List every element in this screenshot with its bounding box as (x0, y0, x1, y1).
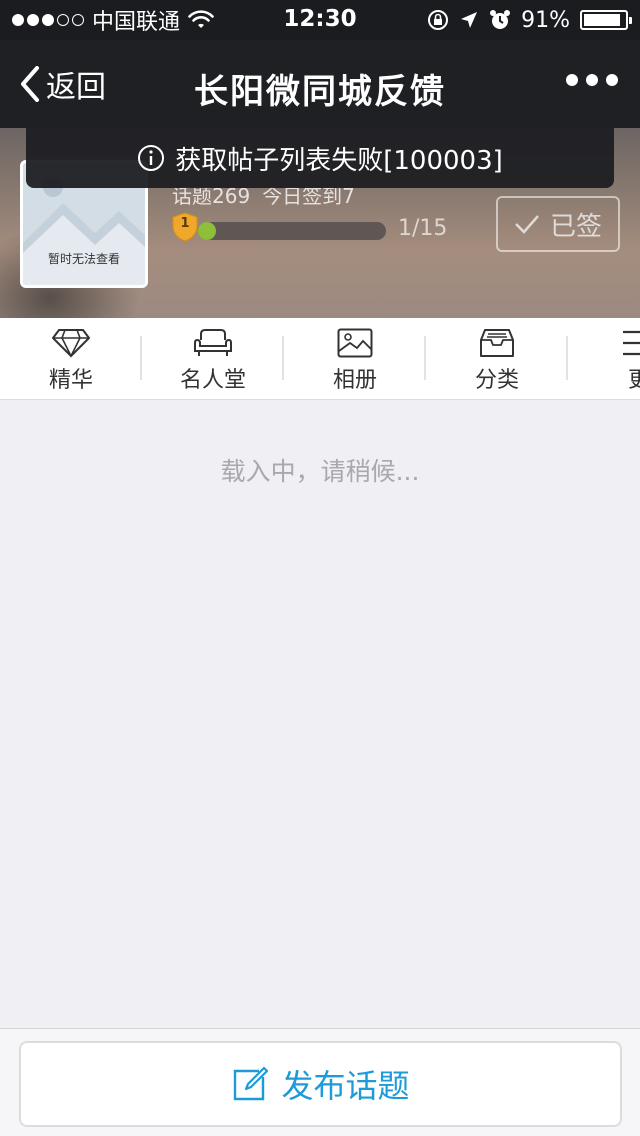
diamond-icon (52, 329, 90, 358)
location-arrow-icon (461, 12, 478, 28)
inbox-tray-icon (480, 329, 514, 357)
battery-percentage: 91% (521, 7, 570, 33)
tab-more[interactable]: 更 (568, 318, 640, 399)
alarm-clock-icon (490, 10, 511, 29)
level-progress-bar (198, 222, 386, 240)
post-topic-button[interactable]: 发布话题 (19, 1041, 622, 1127)
level-number: 1 (180, 216, 190, 231)
image-icon (337, 328, 373, 358)
status-bar: 中国联通 12:30 91% (0, 0, 640, 40)
checked-in-button[interactable]: 已签 (496, 196, 620, 252)
toast-message: 获取帖子列表失败[100003] (175, 145, 503, 176)
menu-icon (623, 330, 640, 356)
more-dot-icon (606, 74, 618, 86)
rotation-lock-icon (428, 10, 449, 30)
edit-icon (234, 1066, 269, 1101)
navigation-bar: 返回 长阳微同城反馈 (0, 40, 640, 128)
battery-level (584, 14, 621, 26)
tab-label: 相册 (332, 368, 377, 393)
info-icon (138, 145, 165, 171)
tab-label: 精华 (48, 368, 93, 393)
tab-label: 名人堂 (179, 368, 246, 393)
status-right: 91% (427, 6, 632, 34)
avatar-caption: 暂时无法查看 (47, 252, 120, 266)
tab-label: 分类 (474, 368, 519, 393)
category-tab-bar: 精华 名人堂 相册 分类 更 (0, 318, 640, 400)
more-dot-icon (566, 74, 578, 86)
tab-hall-of-fame[interactable]: 名人堂 (142, 318, 284, 399)
tab-categories[interactable]: 分类 (426, 318, 568, 399)
more-dot-icon (586, 74, 598, 86)
post-topic-label: 发布话题 (281, 1067, 410, 1105)
sofa-icon (194, 329, 232, 356)
checkmark-icon (515, 215, 539, 234)
tab-label: 更 (628, 362, 640, 394)
battery-icon (580, 10, 632, 30)
checked-in-label: 已签 (549, 211, 602, 242)
error-toast: 获取帖子列表失败[100003] (26, 128, 614, 188)
loading-indicator-text: 载入中，请稍候... (220, 457, 420, 486)
page-title: 长阳微同城反馈 (194, 72, 446, 112)
level-progress-fill (198, 222, 216, 240)
more-options-button[interactable] (566, 74, 618, 86)
tab-album[interactable]: 相册 (284, 318, 426, 399)
tab-featured[interactable]: 精华 (0, 318, 142, 399)
level-progress-text: 1/15 (398, 216, 448, 241)
bottom-toolbar: 发布话题 (0, 1028, 640, 1136)
